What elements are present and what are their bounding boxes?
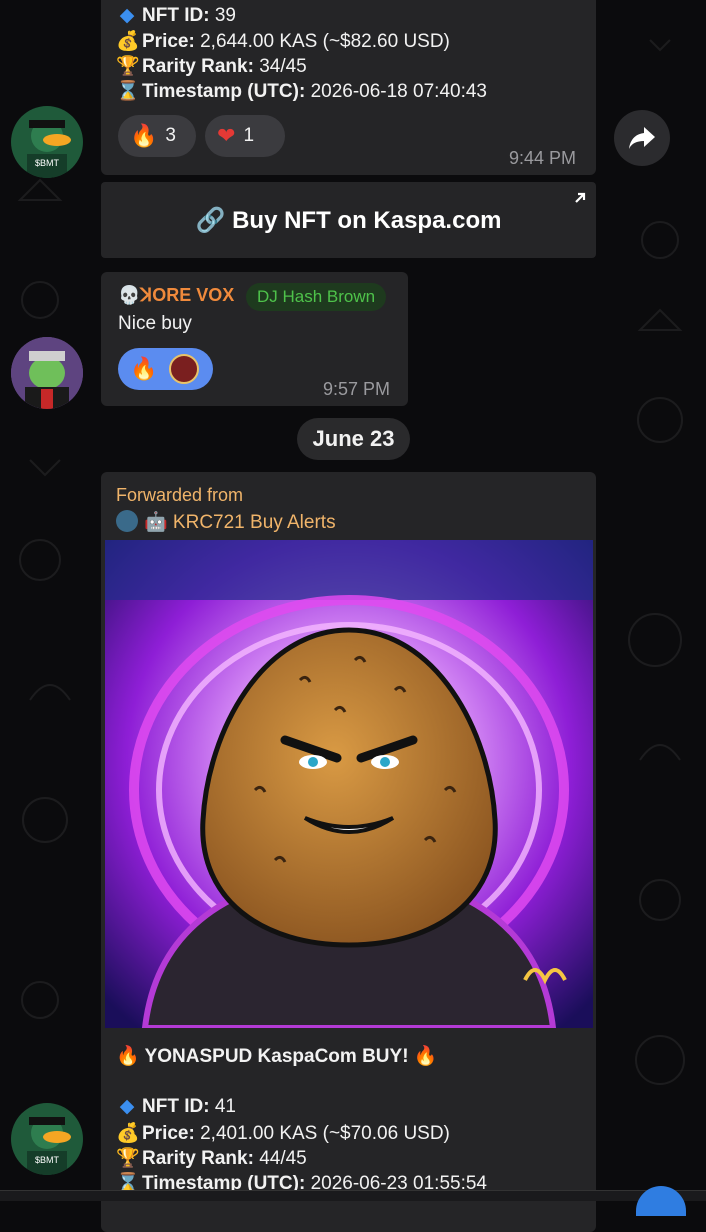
nft-id-line: ◆ NFT ID: 39	[116, 4, 236, 27]
date-divider: June 23	[297, 418, 410, 460]
avatar[interactable]	[11, 337, 83, 409]
reaction-group[interactable]: 🔥	[118, 348, 213, 390]
price-line: 💰 Price: 2,401.00 KAS (~$70.06 USD)	[116, 1123, 450, 1144]
reaction-heart[interactable]: ❤ 1	[205, 115, 285, 157]
channel-avatar-icon	[116, 510, 138, 532]
input-bar-edge[interactable]	[0, 1190, 706, 1201]
share-arrow-icon	[629, 127, 655, 149]
rarity-rank-line: 🏆 Rarity Rank: 34/45	[116, 56, 307, 77]
message-time: 9:57 PM	[323, 379, 391, 399]
forwarded-label: Forwarded from	[116, 485, 244, 505]
heart-icon: ❤	[217, 123, 236, 148]
share-button[interactable]	[614, 110, 670, 166]
diamond-icon: ◆	[119, 5, 135, 26]
duck-avatar-image: $BMT	[27, 1117, 71, 1175]
buy-nft-button[interactable]: 🔗 Buy NFT on Kaspa.com	[101, 182, 596, 258]
trophy-icon: 🏆	[116, 1148, 140, 1169]
rarity-rank-line: 🏆 Rarity Rank: 44/45	[116, 1148, 307, 1169]
avatar[interactable]: $BMT	[11, 1103, 83, 1175]
trophy-icon: 🏆	[116, 56, 140, 77]
money-bag-icon: 💰	[116, 1123, 140, 1144]
hourglass-icon: ⌛	[116, 81, 140, 102]
reaction-fire[interactable]: 🔥 3	[118, 115, 196, 157]
message-time: 9:44 PM	[509, 148, 577, 168]
member-tag: DJ Hash Brown	[246, 283, 387, 311]
avatar[interactable]: $BMT	[11, 106, 83, 178]
fire-icon: 🔥	[130, 356, 158, 381]
reactor-avatar	[169, 354, 200, 384]
svg-text:$BMT: $BMT	[35, 1155, 60, 1165]
diamond-icon: ◆	[119, 1096, 135, 1117]
nft-id-line: ◆ NFT ID: 41	[116, 1095, 236, 1118]
external-link-icon	[575, 192, 586, 203]
price-line: 💰 Price: 2,644.00 KAS (~$82.60 USD)	[116, 31, 450, 52]
nft-image[interactable]	[105, 540, 593, 1028]
fire-icon: 🔥	[130, 123, 158, 148]
svg-text:$BMT: $BMT	[35, 158, 60, 168]
sender-name[interactable]: 💀ꓘORE VOX	[118, 285, 234, 306]
headline: 🔥 YONASPUD KaspaCom BUY! 🔥	[116, 1046, 438, 1067]
money-bag-icon: 💰	[116, 31, 140, 52]
timestamp-line: ⌛ Timestamp (UTC): 2026-06-18 07:40:43	[116, 81, 487, 102]
duck-avatar-image: $BMT	[27, 120, 71, 178]
frog-avatar-image	[11, 337, 83, 409]
forwarded-source[interactable]: 🤖 KRC721 Buy Alerts	[116, 510, 336, 534]
message-text: Nice buy	[118, 313, 192, 334]
